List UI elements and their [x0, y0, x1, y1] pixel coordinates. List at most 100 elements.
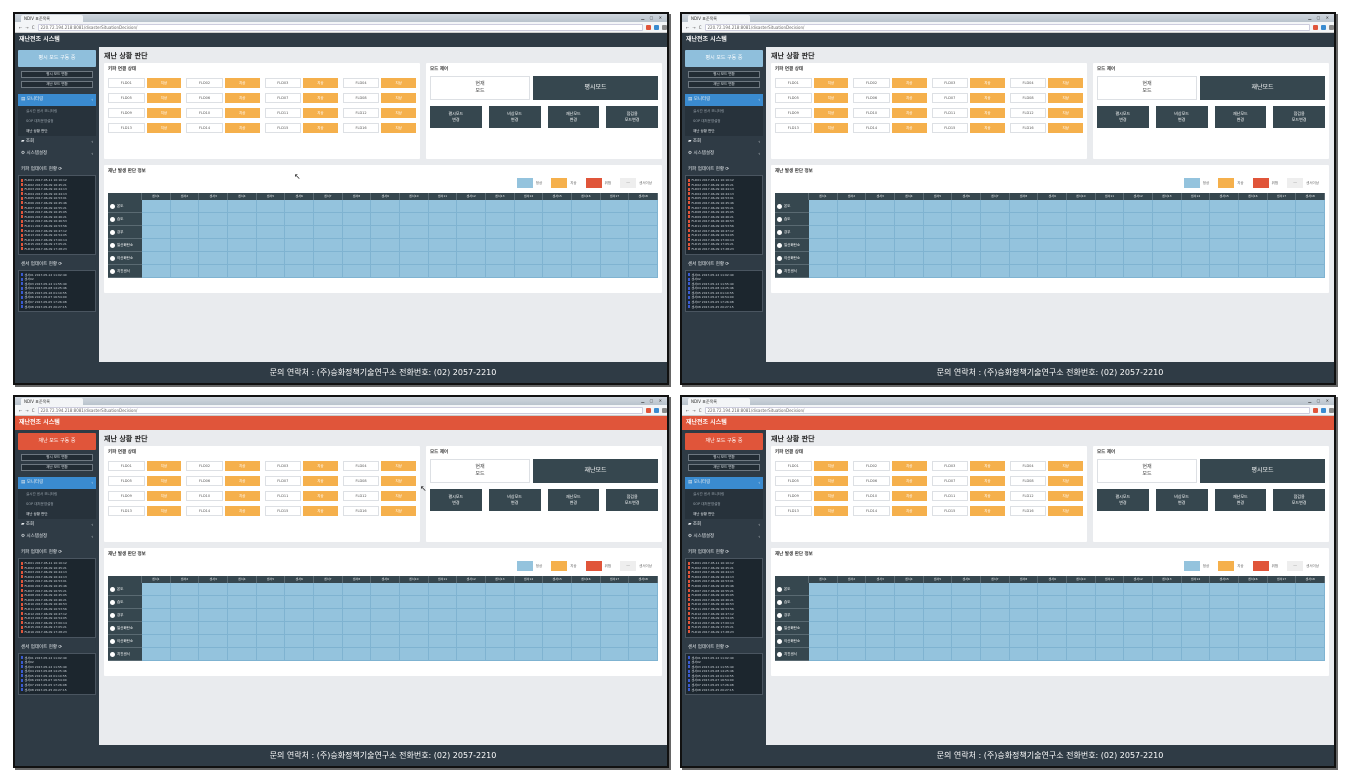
- refresh-icon[interactable]: ⟳: [724, 167, 729, 172]
- sidebar-subitem[interactable]: 재난 상황 판단: [685, 126, 763, 136]
- menu-icon[interactable]: [662, 407, 667, 413]
- reload-icon[interactable]: C: [32, 408, 35, 413]
- window-controls[interactable]: ▁ ▢ ✕: [641, 398, 664, 403]
- sidebar-item-monitoring[interactable]: ▤ 모니터링 ‹: [18, 477, 96, 489]
- browser-tab[interactable]: NDIV 표준목록: [21, 398, 83, 405]
- address-bar[interactable]: 220.72.194.218:8081/disasterSituationDec…: [37, 406, 643, 414]
- address-bar[interactable]: 220.72.194.218:8081/disasterSituationDec…: [37, 23, 643, 31]
- extension-icon[interactable]: [646, 407, 651, 413]
- emergency-mode-button[interactable]: 비상모드 변경: [488, 106, 541, 128]
- extension-icon[interactable]: [646, 24, 651, 30]
- mode-status-button[interactable]: 재난 모드 구동 중: [18, 433, 96, 450]
- browser-tab[interactable]: NDIV 표준목록: [21, 15, 83, 22]
- normal-mode-convert-button[interactable]: 평시 모드 변환: [688, 454, 760, 461]
- reload-icon[interactable]: C: [32, 25, 35, 30]
- disaster-mode-button[interactable]: 재난모드 변경: [1214, 489, 1267, 511]
- refresh-icon[interactable]: ⟳: [57, 645, 62, 650]
- forward-icon[interactable]: →: [692, 25, 695, 30]
- sidebar-item-search[interactable]: ▰ 조회 ‹: [685, 136, 763, 148]
- normal-mode-convert-button[interactable]: 평시 모드 변환: [21, 454, 93, 461]
- sidebar-subitem[interactable]: SOP 대처운영설정: [18, 116, 96, 126]
- sidebar-subitem[interactable]: SOP 대처운영설정: [685, 116, 763, 126]
- sidebar-subitem[interactable]: 재난 상황 판단: [18, 509, 96, 519]
- sidebar-item-search[interactable]: ▰ 조회 ‹: [685, 519, 763, 531]
- extension-icon[interactable]: [1313, 407, 1318, 413]
- disaster-mode-convert-button[interactable]: 재난 모드 변환: [688, 81, 760, 88]
- sidebar-item-monitoring[interactable]: ▤ 모니터링 ‹: [685, 477, 763, 489]
- back-icon[interactable]: ←: [19, 408, 22, 413]
- menu-icon[interactable]: [662, 24, 667, 30]
- refresh-icon[interactable]: ⟳: [57, 262, 62, 267]
- forward-icon[interactable]: →: [692, 408, 695, 413]
- back-icon[interactable]: ←: [19, 25, 22, 30]
- sidebar-subitem[interactable]: 실시간 센서 모니터링: [18, 106, 96, 116]
- sidebar-subitem[interactable]: 실시간 센서 모니터링: [685, 489, 763, 499]
- table-cell: [600, 635, 630, 648]
- disaster-mode-button[interactable]: 재난모드 변경: [547, 489, 600, 511]
- disaster-mode-button[interactable]: 재난모드 변경: [547, 106, 600, 128]
- sidebar-subitem[interactable]: 실시간 센서 모니터링: [18, 489, 96, 499]
- sidebar-subitem[interactable]: SOP 대처운영설정: [685, 499, 763, 509]
- emergency-mode-button[interactable]: 비상모드 변경: [488, 489, 541, 511]
- inspection-mode-button[interactable]: 점검용 모드변경: [606, 106, 658, 128]
- address-bar[interactable]: 220.72.194.218:8081/disasterSituationDec…: [704, 406, 1310, 414]
- table-cell: [571, 596, 601, 609]
- sidebar-subitem[interactable]: SOP 대처운영설정: [18, 499, 96, 509]
- back-icon[interactable]: ←: [686, 408, 689, 413]
- window-controls[interactable]: ▁ ▢ ✕: [1308, 15, 1331, 20]
- address-bar[interactable]: 220.72.194.218:8081/disasterSituationDec…: [704, 23, 1310, 31]
- disaster-mode-convert-button[interactable]: 재난 모드 변환: [21, 464, 93, 471]
- reload-icon[interactable]: C: [699, 408, 702, 413]
- window-controls[interactable]: ▁ ▢ ✕: [1308, 398, 1331, 403]
- refresh-icon[interactable]: ⟳: [57, 550, 62, 555]
- reload-icon[interactable]: C: [699, 25, 702, 30]
- sidebar-item-search[interactable]: ▰ 조회 ‹: [18, 136, 96, 148]
- disaster-mode-convert-button[interactable]: 재난 모드 변환: [688, 464, 760, 471]
- disaster-mode-convert-button[interactable]: 재난 모드 변환: [21, 81, 93, 88]
- emergency-mode-button[interactable]: 비상모드 변경: [1155, 489, 1208, 511]
- sidebar-subitem[interactable]: 실시간 센서 모니터링: [685, 106, 763, 116]
- extension-icon[interactable]: [654, 407, 659, 413]
- sensor-icon: [777, 242, 782, 248]
- back-icon[interactable]: ←: [686, 25, 689, 30]
- inspection-mode-button[interactable]: 점검용 모드변경: [1273, 106, 1325, 128]
- normal-mode-convert-button[interactable]: 평시 모드 변환: [688, 71, 760, 78]
- inspection-mode-button[interactable]: 점검용 모드변경: [1273, 489, 1325, 511]
- mode-status-button[interactable]: 재난 모드 구동 중: [685, 433, 763, 450]
- mode-status-button[interactable]: 평시 모드 구동 중: [685, 50, 763, 67]
- normal-mode-button[interactable]: 평시모드 변경: [430, 489, 482, 511]
- emergency-mode-button[interactable]: 비상모드 변경: [1155, 106, 1208, 128]
- sidebar-item-settings[interactable]: ⚙ 시스템설정 ‹: [685, 531, 763, 543]
- forward-icon[interactable]: →: [25, 25, 28, 30]
- menu-icon[interactable]: [1329, 24, 1334, 30]
- refresh-icon[interactable]: ⟳: [724, 645, 729, 650]
- menu-icon[interactable]: [1329, 407, 1334, 413]
- sidebar-item-settings[interactable]: ⚙ 시스템설정 ‹: [18, 531, 96, 543]
- sidebar-item-settings[interactable]: ⚙ 시스템설정 ‹: [18, 148, 96, 160]
- extension-icon[interactable]: [1321, 24, 1326, 30]
- sidebar-item-settings[interactable]: ⚙ 시스템설정 ‹: [685, 148, 763, 160]
- normal-mode-button[interactable]: 평시모드 변경: [430, 106, 482, 128]
- browser-tab[interactable]: NDIV 표준목록: [688, 398, 750, 405]
- forward-icon[interactable]: →: [25, 408, 28, 413]
- disaster-mode-button[interactable]: 재난모드 변경: [1214, 106, 1267, 128]
- normal-mode-button[interactable]: 평시모드 변경: [1097, 106, 1149, 128]
- mode-status-button[interactable]: 평시 모드 구동 중: [18, 50, 96, 67]
- extension-icon[interactable]: [1313, 24, 1318, 30]
- normal-mode-button[interactable]: 평시모드 변경: [1097, 489, 1149, 511]
- sidebar-item-monitoring[interactable]: ▤ 모니터링 ‹: [685, 94, 763, 106]
- window-controls[interactable]: ▁ ▢ ✕: [641, 15, 664, 20]
- extension-icon[interactable]: [1321, 407, 1326, 413]
- refresh-icon[interactable]: ⟳: [724, 550, 729, 555]
- sensor-icon: [110, 216, 115, 222]
- sidebar-item-monitoring[interactable]: ▤ 모니터링 ‹: [18, 94, 96, 106]
- sidebar-item-search[interactable]: ▰ 조회 ‹: [18, 519, 96, 531]
- refresh-icon[interactable]: ⟳: [724, 262, 729, 267]
- inspection-mode-button[interactable]: 점검용 모드변경: [606, 489, 658, 511]
- normal-mode-convert-button[interactable]: 평시 모드 변환: [21, 71, 93, 78]
- sidebar-subitem[interactable]: 재난 상황 판단: [18, 126, 96, 136]
- refresh-icon[interactable]: ⟳: [57, 167, 62, 172]
- browser-tab[interactable]: NDIV 표준목록: [688, 15, 750, 22]
- extension-icon[interactable]: [654, 24, 659, 30]
- sidebar-subitem[interactable]: 재난 상황 판단: [685, 509, 763, 519]
